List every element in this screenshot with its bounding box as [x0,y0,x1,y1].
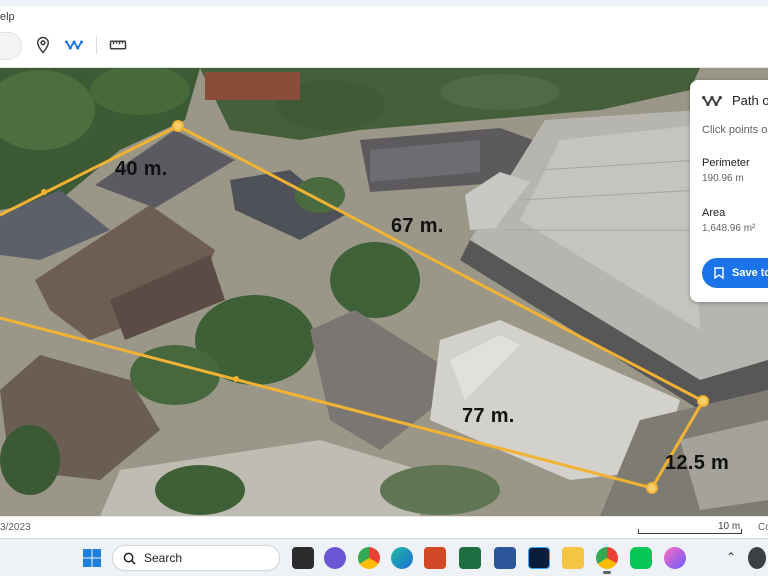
path-midpoint[interactable] [233,376,239,382]
screen: elp 40 m. 67 m. 77 m. 12.5 m Path o Clic… [0,0,768,576]
map-status-bar: 3/2023 10 m Co [0,516,768,538]
measurement-label-right: 12.5 m [665,452,730,474]
measure-panel: Path o Click points o Perimeter 190.96 m… [690,80,768,302]
search-box[interactable] [0,32,22,60]
perimeter-value: 190.96 m [702,173,744,184]
line-app-icon[interactable] [630,547,652,569]
imagery-date: 3/2023 [0,522,31,533]
teams-chat-icon[interactable] [324,547,346,569]
ruler-icon[interactable] [107,34,129,56]
area-value: 1,648.96 m² [702,223,756,234]
map-pin-icon[interactable] [32,34,54,56]
taskbar: Search ⌃ [0,538,768,576]
search-icon [123,552,136,565]
powerpoint-icon[interactable] [424,547,446,569]
panel-title: Path o [732,93,768,108]
satellite-map[interactable]: 40 m. 67 m. 77 m. 12.5 m [0,68,768,516]
status-cut-text: Co [758,522,768,533]
menu-strip [0,0,768,6]
task-view-icon[interactable] [292,547,314,569]
path-midpoint[interactable] [41,189,47,195]
app-header: elp [0,0,768,68]
path-vertex[interactable] [697,395,709,407]
taskbar-search[interactable]: Search [112,545,280,571]
help-menu[interactable]: elp [0,11,15,23]
photoshop-icon[interactable] [528,547,550,569]
bookmark-icon [714,267,724,279]
excel-icon[interactable] [459,547,481,569]
path-icon[interactable] [63,34,85,56]
measurement-label-lower: 77 m. [462,405,515,427]
satellite-imagery [0,68,768,516]
chevron-up-icon[interactable]: ⌃ [726,550,736,564]
app-icon[interactable] [664,547,686,569]
save-button-label: Save to [732,267,768,279]
chrome-icon[interactable] [358,547,380,569]
system-tray-icon[interactable] [748,547,766,569]
path-icon [702,95,722,107]
scale-label: 10 m [718,521,741,532]
perimeter-label: Perimeter [702,157,750,169]
path-vertex[interactable] [172,120,184,132]
edge-icon[interactable] [391,547,413,569]
save-button[interactable]: Save to [702,258,768,288]
measurement-label-top: 40 m. [115,158,168,180]
path-vertex[interactable] [646,482,658,494]
measurement-label-upper-right: 67 m. [391,215,444,237]
chrome-active-icon[interactable] [596,547,618,574]
panel-hint: Click points o [702,124,768,136]
file-explorer-icon[interactable] [562,547,584,569]
taskbar-search-label: Search [144,551,183,565]
area-label: Area [702,207,726,219]
windows-start-icon[interactable] [82,548,102,568]
toolbar-divider [96,36,97,54]
word-icon[interactable] [494,547,516,569]
